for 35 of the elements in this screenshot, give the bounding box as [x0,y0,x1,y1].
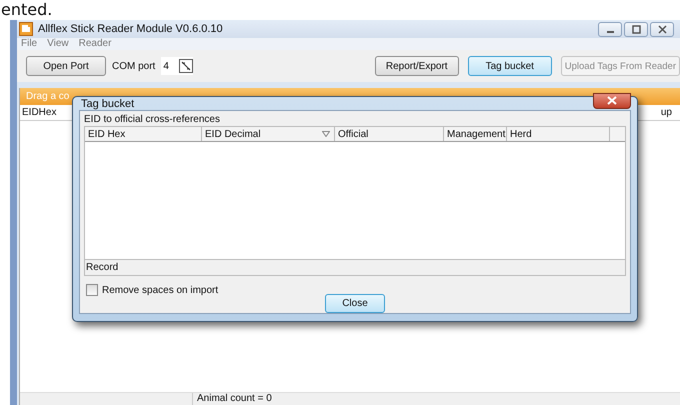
toolbar-button[interactable]: Report/Export [374,56,459,76]
column-header[interactable]: up [660,107,672,118]
dialog-title: Tag bucket [80,98,134,110]
menu-item[interactable]: Reader [78,38,112,50]
column-header[interactable]: EID Hex [85,127,202,141]
close-button[interactable] [650,22,674,36]
close-dialog-button[interactable]: Close [325,294,385,313]
close-icon [607,96,617,105]
app-icon [19,22,33,36]
close-icon [658,24,666,34]
column-header[interactable]: Herd [507,127,610,141]
page-text: ented. [0,0,54,20]
maximize-button[interactable] [624,22,648,36]
group-label: EID to official cross-references [84,114,221,126]
column-header[interactable]: EID Decimal [202,127,335,141]
checkbox-label: Remove spaces on import [102,284,218,296]
minimize-button[interactable] [598,22,622,36]
window-title: Allflex Stick Reader Module V0.6.0.10 [38,23,223,35]
com-port-field[interactable]: 4 [161,57,193,75]
column-header[interactable]: Official [335,127,444,141]
checkbox[interactable] [86,284,98,296]
column-header[interactable]: Management [444,127,507,141]
menu-item[interactable]: View [47,38,69,50]
record-label: Record [86,262,118,273]
menu-item[interactable]: File [21,38,38,50]
maximize-icon [632,24,640,34]
com-port-label: COM port [112,60,156,72]
group-hint: Drag a co [26,91,70,102]
column-header[interactable]: EIDHex [22,107,56,118]
toolbar-button[interactable]: Tag bucket [468,56,552,76]
open-port-button[interactable]: Open Port [26,56,106,76]
minimize-icon [606,31,614,33]
spinner-icon[interactable] [178,59,193,73]
animal-count: Animal count = 0 [192,393,272,405]
close-button[interactable] [593,92,631,108]
